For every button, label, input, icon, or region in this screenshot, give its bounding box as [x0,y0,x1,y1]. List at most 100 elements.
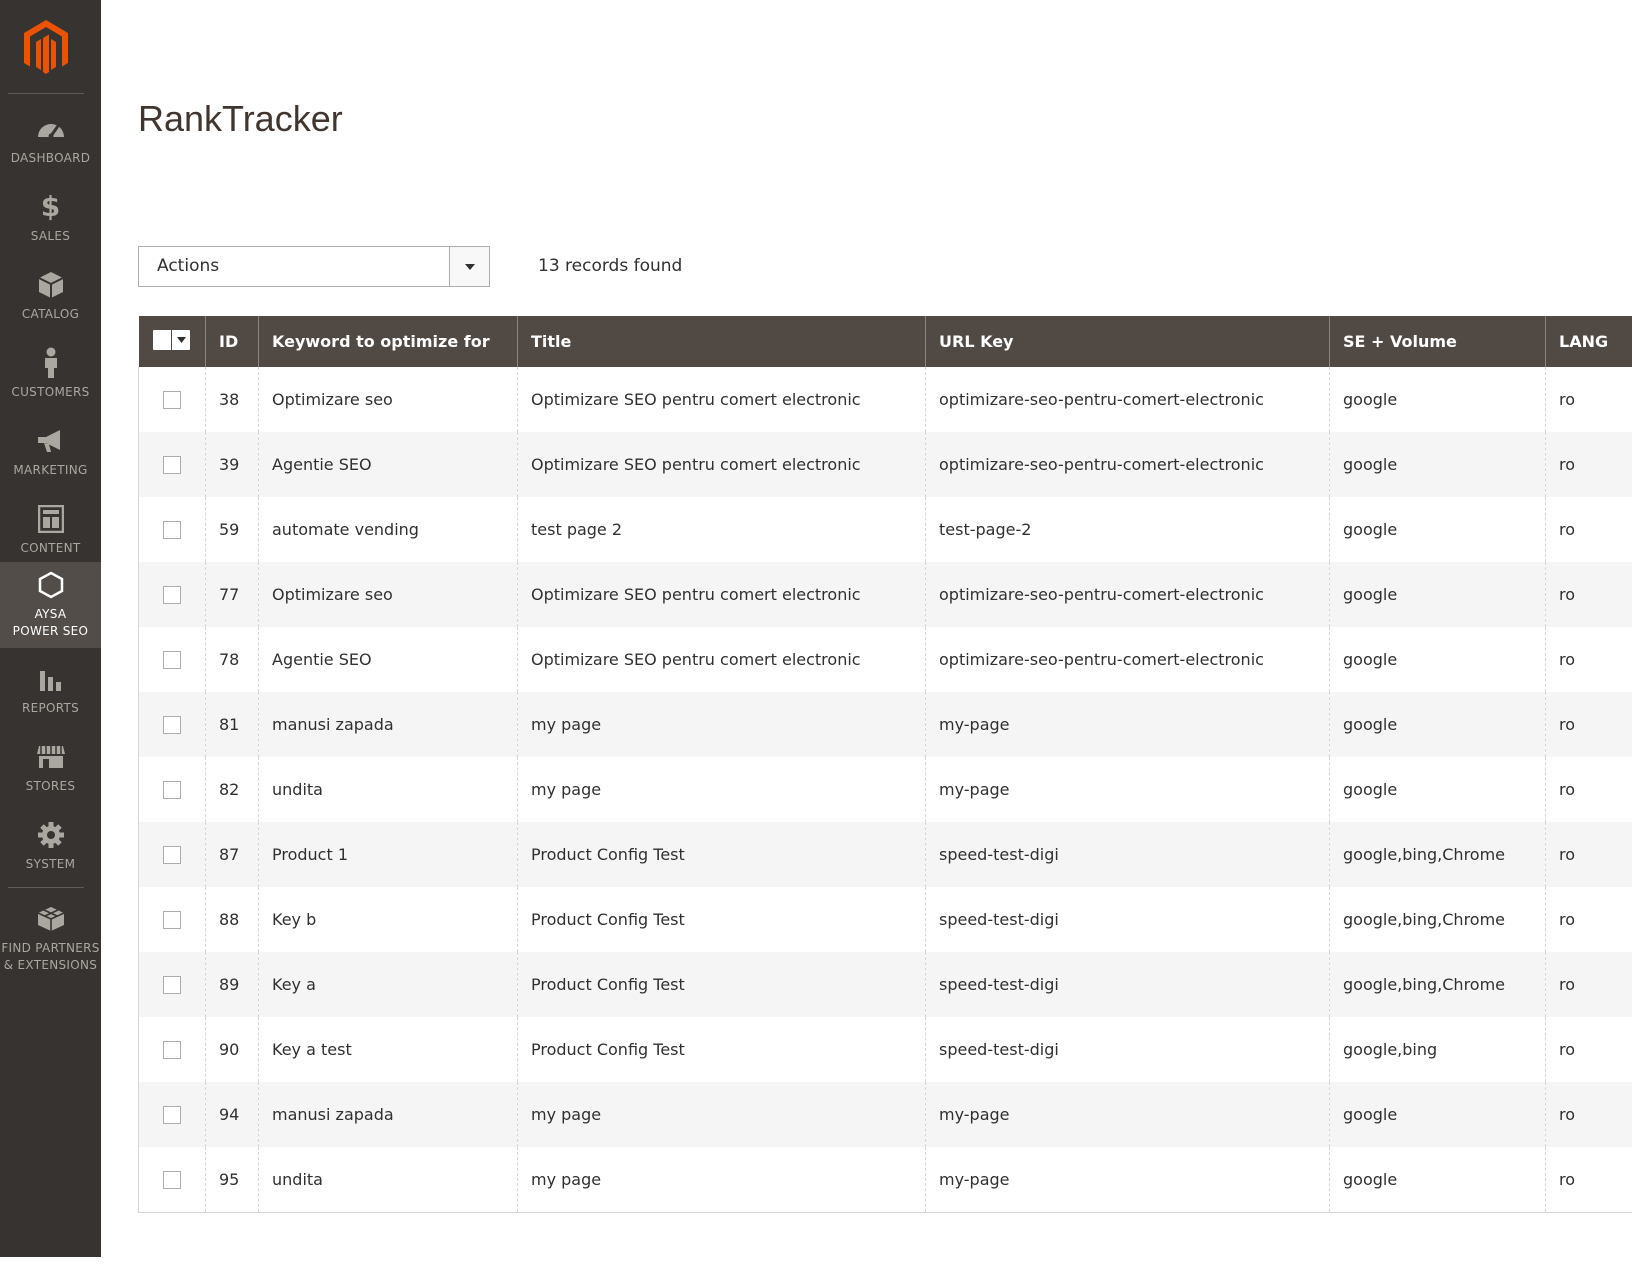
cell-id: 82 [205,757,259,822]
sidebar-item-catalog[interactable]: CATALOG [0,262,101,340]
cell-se-volume: google [1329,1082,1546,1147]
row-checkbox[interactable] [163,846,181,865]
caret-down-icon[interactable] [171,330,190,350]
cell-title: my page [517,692,926,757]
column-header-title[interactable]: Title [517,316,926,367]
table-row[interactable]: 89 Key a Product Config Test speed-test-dig… [138,952,1632,1017]
mass-select-dropdown[interactable] [153,330,191,350]
column-header-url-key[interactable]: URL Key [925,316,1330,367]
table-row[interactable]: 90 Key a test Product Config Test speed-tes… [138,1017,1632,1082]
sidebar-item-label: CATALOG [21,307,80,321]
sidebar-item-label: SALES [30,229,71,243]
row-checkbox[interactable] [163,716,181,735]
grid-body: 38 Optimizare seo Optimizare SEO pentru co… [138,367,1632,1213]
sidebar-item-sales[interactable]: $ SALES [0,184,101,262]
dashboard-gauge-icon [34,112,68,146]
cell-title: Optimizare SEO pentru comert electronic [517,432,926,497]
row-checkbox[interactable] [163,521,181,540]
column-header-lang[interactable]: LANG [1545,316,1632,367]
table-row[interactable]: 39 Agentie SEO Optimizare SEO pentru comer… [138,432,1632,497]
megaphone-icon [34,424,68,458]
cell-url-key: speed-test-digi [925,887,1330,952]
sidebar-item-label: CONTENT [20,541,81,555]
cell-lang: ro [1545,1017,1632,1082]
cell-title: Optimizare SEO pentru comert electronic [517,562,926,627]
row-checkbox[interactable] [163,911,181,930]
sidebar-item-customers[interactable]: CUSTOMERS [0,340,101,418]
row-select-cell [138,367,206,432]
table-row[interactable]: 87 Product 1 Product Config Test speed-test… [138,822,1632,887]
cell-lang: ro [1545,1082,1632,1147]
row-checkbox[interactable] [163,1171,181,1189]
row-select-cell [138,822,206,887]
row-checkbox[interactable] [163,586,181,605]
table-row[interactable]: 81 manusi zapada my page my-page google ro [138,692,1632,757]
gear-icon [34,818,68,852]
cell-url-key: speed-test-digi [925,1017,1330,1082]
select-all-checkbox[interactable] [153,331,172,349]
cell-lang: ro [1545,562,1632,627]
row-checkbox[interactable] [163,1106,181,1125]
table-row[interactable]: 94 manusi zapada my page my-page google ro [138,1082,1632,1147]
cell-keyword: manusi zapada [258,1082,518,1147]
row-checkbox[interactable] [163,976,181,995]
table-row[interactable]: 38 Optimizare seo Optimizare SEO pentru co… [138,367,1632,432]
sidebar-divider [8,887,84,888]
cell-title: Product Config Test [517,952,926,1017]
table-row[interactable]: 59 automate vending test page 2 test-page-2… [138,497,1632,562]
cell-se-volume: google [1329,627,1546,692]
row-select-cell [138,562,206,627]
table-row[interactable]: 78 Agentie SEO Optimizare SEO pentru comer… [138,627,1632,692]
row-select-cell [138,1082,206,1147]
column-header-keyword[interactable]: Keyword to optimize for [258,316,518,367]
sidebar-item-aysa-power-seo[interactable]: AYSA POWER SEO [0,562,101,648]
cell-id: 81 [205,692,259,757]
cell-keyword: Optimizare seo [258,367,518,432]
sidebar-item-label: FIND PARTNERS & EXTENSIONS [1,941,100,972]
cell-se-volume: google,bing,Chrome [1329,822,1546,887]
cell-title: test page 2 [517,497,926,562]
cell-se-volume: google [1329,1147,1546,1213]
actions-dropdown-toggle[interactable] [449,247,489,286]
sidebar-item-reports[interactable]: REPORTS [0,656,101,734]
row-select-cell [138,757,206,822]
row-select-cell [138,432,206,497]
cell-id: 95 [205,1147,259,1213]
row-checkbox[interactable] [163,651,181,670]
sidebar-item-stores[interactable]: STORES [0,734,101,812]
cell-id: 88 [205,887,259,952]
storefront-icon [34,740,68,774]
column-header-id[interactable]: ID [205,316,259,367]
page-title: RankTracker [138,98,343,139]
cell-lang: ro [1545,822,1632,887]
row-checkbox[interactable] [163,391,181,410]
cell-url-key: my-page [925,692,1330,757]
table-row[interactable]: 82 undita my page my-page google ro [138,757,1632,822]
cell-keyword: Optimizare seo [258,562,518,627]
cell-id: 94 [205,1082,259,1147]
row-checkbox[interactable] [163,456,181,475]
cell-se-volume: google,bing,Chrome [1329,952,1546,1017]
box-icon [34,268,68,302]
magento-logo-icon[interactable] [20,18,72,76]
ranktracker-grid: ID Keyword to optimize for Title URL Key… [138,316,1632,1213]
row-checkbox[interactable] [163,781,181,800]
actions-dropdown[interactable]: Actions [138,246,490,287]
table-row[interactable]: 77 Optimizare seo Optimizare SEO pentru co… [138,562,1632,627]
column-header-se-volume[interactable]: SE + Volume [1329,316,1546,367]
sidebar-item-label: CUSTOMERS [11,385,90,399]
sidebar-item-system[interactable]: SYSTEM [0,812,101,890]
cell-keyword: Agentie SEO [258,627,518,692]
sidebar-item-marketing[interactable]: MARKETING [0,418,101,496]
row-select-cell [138,627,206,692]
cell-url-key: optimizare-seo-pentru-comert-electronic [925,562,1330,627]
cell-se-volume: google,bing [1329,1017,1546,1082]
sidebar-item-label: STORES [25,779,76,793]
row-checkbox[interactable] [163,1041,181,1060]
layout-icon [34,502,68,536]
table-row[interactable]: 88 Key b Product Config Test speed-test-dig… [138,887,1632,952]
sidebar-item-dashboard[interactable]: DASHBOARD [0,106,101,184]
sidebar-item-find-partners[interactable]: FIND PARTNERS & EXTENSIONS [0,896,101,986]
table-row[interactable]: 95 undita my page my-page google ro [138,1147,1632,1213]
row-select-cell [138,1017,206,1082]
